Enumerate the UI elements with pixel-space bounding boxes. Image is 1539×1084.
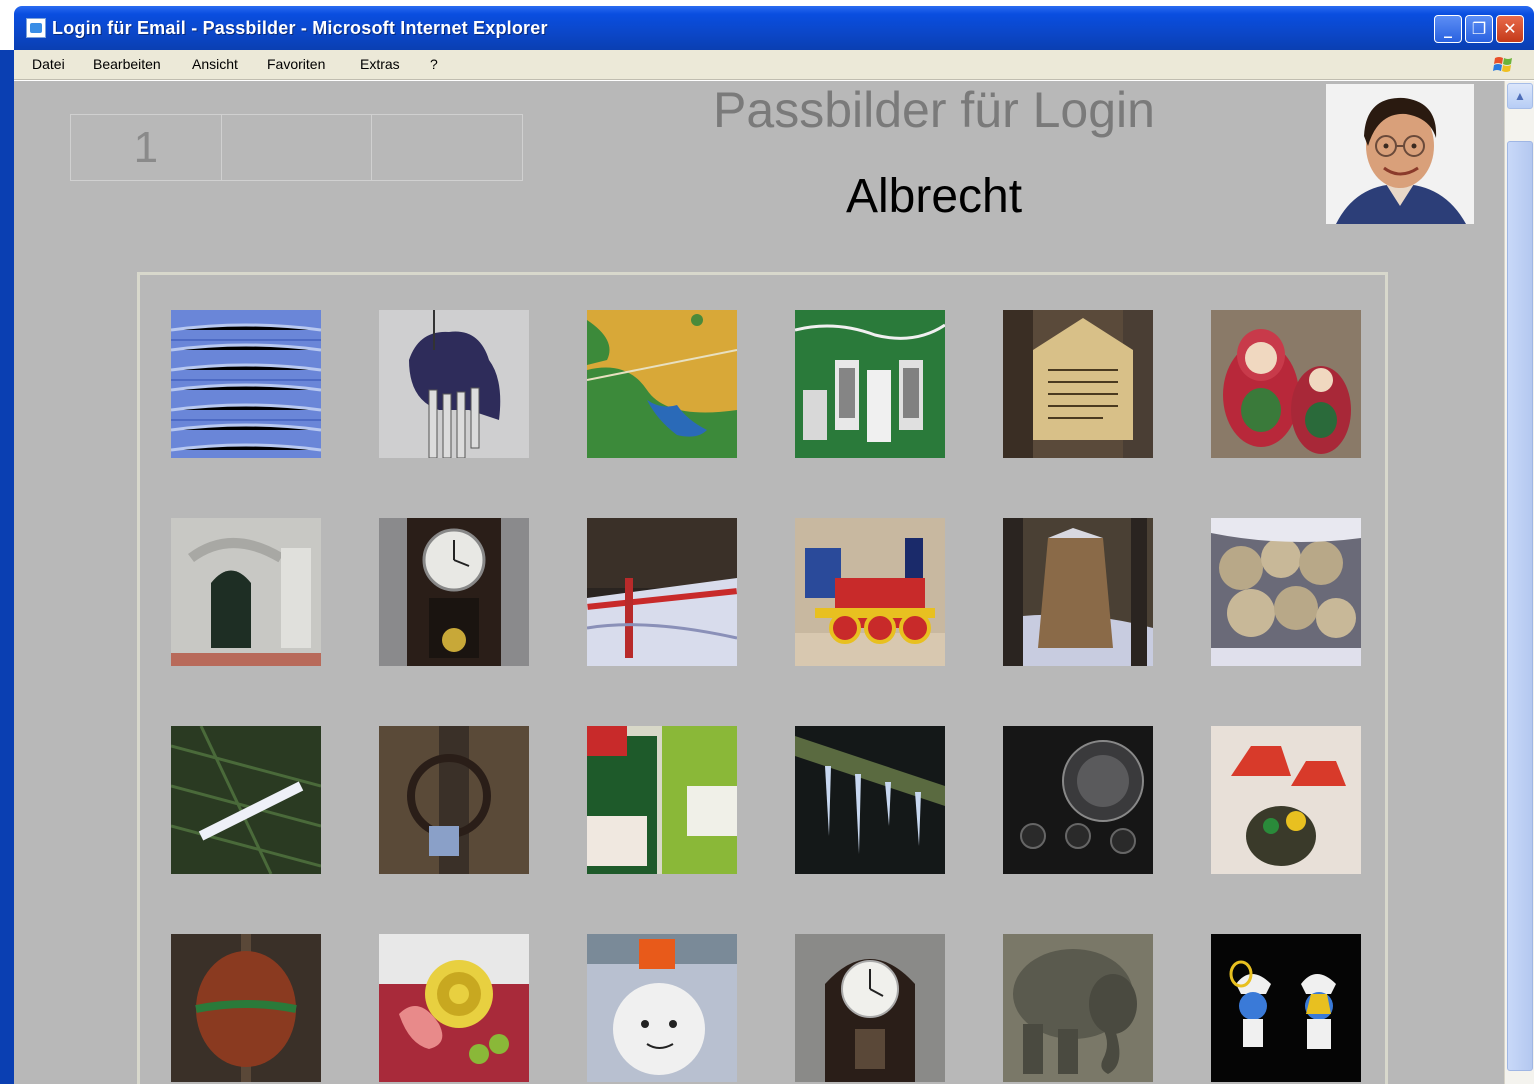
thumbnail-14[interactable] — [379, 726, 529, 874]
radio-knob-image — [1003, 726, 1153, 874]
bottles-image — [587, 726, 737, 874]
menu-item-favoriten[interactable]: Favoriten — [267, 56, 325, 72]
thumbnail-16[interactable] — [795, 726, 945, 874]
round-sign-image — [171, 934, 321, 1082]
scroll-up-arrow-icon[interactable]: ▲ — [1507, 83, 1533, 109]
map-image — [587, 310, 737, 458]
tree-stump-image — [1003, 518, 1153, 666]
vertical-scrollbar[interactable]: ▲ — [1504, 81, 1534, 1084]
thumbnail-1[interactable] — [171, 310, 321, 458]
window-titlebar: Login für Email - Passbilder - Microsoft… — [14, 6, 1534, 50]
sequence-cell-1: 1 — [71, 115, 222, 180]
thumbnail-19[interactable] — [171, 934, 321, 1082]
mantel-clock-image — [795, 934, 945, 1082]
thumbnail-6[interactable] — [1211, 310, 1361, 458]
birdhouse-sign-image — [795, 310, 945, 458]
thumbnail-7[interactable] — [171, 518, 321, 666]
menu-item-ansicht[interactable]: Ansicht — [192, 56, 238, 72]
thumbnail-8[interactable] — [379, 518, 529, 666]
thumbnail-24[interactable] — [1211, 934, 1361, 1082]
menu-bar: Datei Bearbeiten Ansicht Favoriten Extra… — [14, 50, 1534, 80]
menu-item-datei[interactable]: Datei — [32, 56, 65, 72]
blue-fence-image — [171, 310, 321, 458]
thumbnail-23[interactable] — [1003, 934, 1153, 1082]
menu-item-bearbeiten[interactable]: Bearbeiten — [93, 56, 161, 72]
minimize-button[interactable]: _ — [1434, 15, 1462, 43]
thumbnail-17[interactable] — [1003, 726, 1153, 874]
snail-toy-image — [379, 934, 529, 1082]
metal-ring-image — [379, 726, 529, 874]
page-title: Passbilder für Login — [713, 82, 1155, 138]
sequence-cell-2 — [222, 115, 373, 180]
windows-logo-icon — [1493, 57, 1512, 72]
thumbnail-22[interactable] — [795, 934, 945, 1082]
thumbnail-18[interactable] — [1211, 726, 1361, 874]
page-content: 1 Passbilder für Login Albrecht — [14, 81, 1504, 1084]
image-selection-grid — [137, 272, 1388, 1084]
window-border-left — [0, 50, 14, 1084]
window-relief-image — [171, 518, 321, 666]
close-button[interactable]: ✕ — [1496, 15, 1524, 43]
snowy-barrier-image — [587, 518, 737, 666]
thumbnail-15[interactable] — [587, 726, 737, 874]
thumbnail-13[interactable] — [171, 726, 321, 874]
thumbnail-10[interactable] — [795, 518, 945, 666]
thumbnail-4[interactable] — [795, 310, 945, 458]
scroll-thumb[interactable] — [1507, 141, 1533, 1071]
thumbnail-9[interactable] — [587, 518, 737, 666]
elephant-image — [1003, 934, 1153, 1082]
window-title: Login für Email - Passbilder - Microsoft… — [52, 18, 548, 38]
snowman-image — [587, 934, 737, 1082]
toy-train-image — [795, 518, 945, 666]
thumbnail-20[interactable] — [379, 934, 529, 1082]
thumbnail-2[interactable] — [379, 310, 529, 458]
smurfs-image — [1211, 934, 1361, 1082]
sequence-cell-3 — [372, 115, 522, 180]
thumbnail-21[interactable] — [587, 934, 737, 1082]
entered-sequence-display: 1 — [70, 114, 523, 181]
log-pile-image — [1211, 518, 1361, 666]
ie-page-icon — [26, 18, 46, 38]
thumbnail-5[interactable] — [1003, 310, 1153, 458]
menu-item-extras[interactable]: Extras — [360, 56, 400, 72]
bear-windchime-image — [379, 310, 529, 458]
pine-branch-image — [171, 726, 321, 874]
thumbnail-11[interactable] — [1003, 518, 1153, 666]
wooden-sign-image — [1003, 310, 1153, 458]
user-portrait-image — [1326, 84, 1474, 224]
matryoshka-dolls-image — [1211, 310, 1361, 458]
thumbnail-3[interactable] — [587, 310, 737, 458]
thumbnail-12[interactable] — [1211, 518, 1361, 666]
lamp-figure-image — [1211, 726, 1361, 874]
icicles-image — [795, 726, 945, 874]
wall-clock-image — [379, 518, 529, 666]
menu-item-help[interactable]: ? — [430, 56, 438, 72]
maximize-button[interactable]: ❐ — [1465, 15, 1493, 43]
user-name: Albrecht — [845, 170, 1023, 223]
